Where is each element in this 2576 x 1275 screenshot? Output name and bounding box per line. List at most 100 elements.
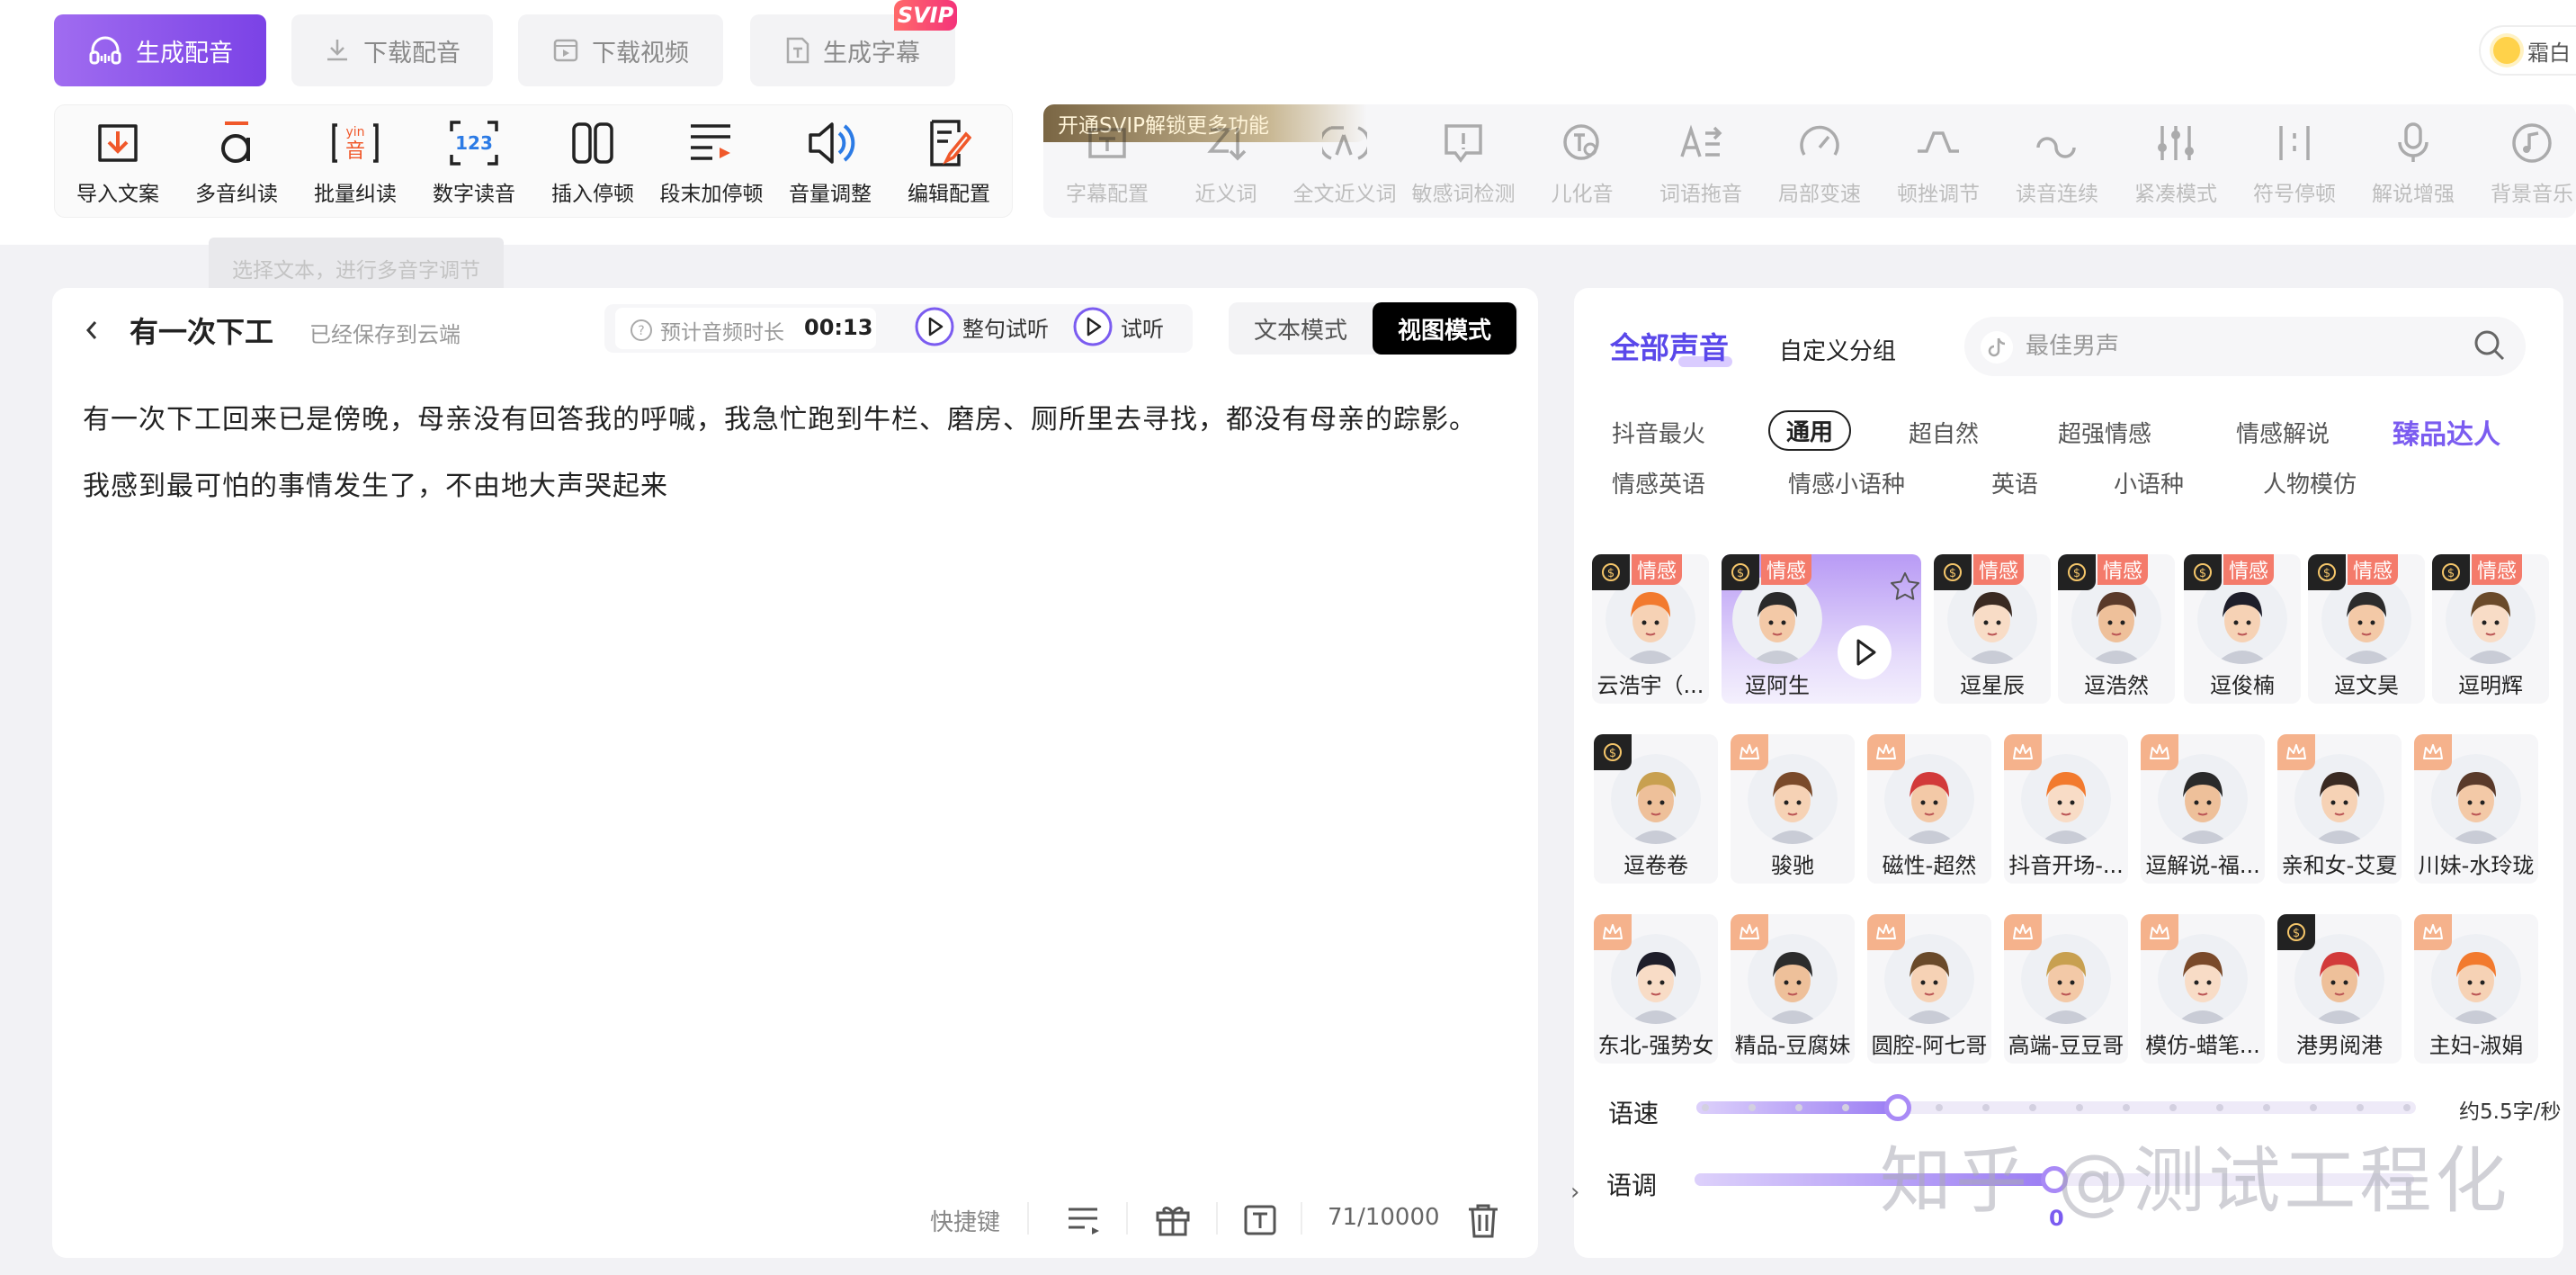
crown-badge-icon (2414, 914, 2452, 950)
speed-tick (1982, 1104, 1990, 1111)
category-5[interactable]: 臻品达人 (2393, 412, 2500, 452)
category-row2-4[interactable]: 人物模仿 (2263, 466, 2357, 499)
synonym-label: 近义词 (1194, 183, 1257, 206)
category-0[interactable]: 抖音最火 (1612, 416, 1705, 449)
document-title[interactable]: 有一次下工 (130, 310, 273, 351)
speed-label: 语速 (1608, 1099, 1659, 1128)
speed-tick (2123, 1104, 2130, 1111)
text-mode-tab[interactable]: 文本模式 (1229, 302, 1373, 355)
music-icon (2509, 117, 2554, 169)
editor-content[interactable]: 有一次下工回来已是傍晚，母亲没有回答我的呼喊，我急忙跑到牛栏、磨房、厕所里去寻找… (83, 387, 1504, 520)
compact-mode-tool[interactable]: 紧凑模式 (2117, 117, 2234, 207)
voice-name: 高端-豆豆哥 (2008, 1033, 2124, 1058)
coin-badge-icon: $ (2308, 554, 2346, 590)
category-row2-2[interactable]: 英语 (1991, 466, 2038, 499)
view-mode-tab[interactable]: 视图模式 (1373, 302, 1516, 355)
category-row2-1[interactable]: 情感小语种 (1788, 466, 1905, 499)
download-icon (324, 37, 351, 64)
listen-button[interactable]: 试听 (1072, 306, 1164, 347)
import-text-tool[interactable]: 导入文案 (59, 117, 176, 207)
edit-config-icon (926, 117, 971, 169)
voice-search-input[interactable] (2026, 317, 2457, 376)
number-reading-tool[interactable]: 123 数字读音 (416, 117, 532, 207)
help-icon[interactable]: ? (630, 319, 653, 342)
category-3[interactable]: 超强情感 (2058, 416, 2151, 449)
crown-badge-icon (2004, 914, 2042, 950)
svip-badge: SVIP (894, 0, 957, 31)
volume-tool[interactable]: 音量调整 (772, 117, 889, 207)
crown-badge-icon (2004, 734, 2042, 770)
trash-icon[interactable] (1466, 1202, 1500, 1238)
word-drag-label: 词语拖音 (1659, 183, 1742, 206)
svg-text:yin: yin (345, 125, 364, 139)
erhua-label: 儿化音 (1551, 183, 1614, 206)
polyphone-tool[interactable]: 多音纠读 (178, 117, 295, 207)
narration-boost-tool[interactable]: 解说增强 (2355, 117, 2472, 207)
voice-name: 逗浩然 (2084, 673, 2149, 698)
category-1[interactable]: 通用 (1768, 410, 1852, 451)
subtitle-config-label: 字幕配置 (1066, 183, 1149, 206)
insert-pause-tool[interactable]: 插入停顿 (534, 117, 651, 207)
full-synonym-tool[interactable]: 全文近义词 (1286, 117, 1403, 207)
duration-value: 00:13 (804, 315, 873, 340)
text-box-icon[interactable] (1243, 1204, 1277, 1236)
tab-custom-group[interactable]: 自定义分组 (1779, 333, 1896, 366)
play-voice-icon[interactable] (1835, 623, 1894, 682)
svg-text:$: $ (1949, 567, 1956, 580)
svg-text:123: 123 (455, 132, 493, 154)
background-music-tool[interactable]: 背景音乐 (2473, 117, 2576, 207)
shortcut-button[interactable]: 快捷键 (930, 1204, 1000, 1237)
symbol-pause-tool[interactable]: 符号停顿 (2236, 117, 2353, 207)
synonym-tool[interactable]: 近义词 (1167, 117, 1284, 207)
speed-knob[interactable] (1884, 1094, 1911, 1121)
category-row2-3[interactable]: 小语种 (2114, 466, 2184, 499)
category-row2-0[interactable]: 情感英语 (1612, 466, 1705, 499)
voice-name: 东北-强势女 (1597, 1033, 1714, 1058)
erhua-tool[interactable]: 儿化音 (1524, 117, 1641, 207)
continuous-reading-tool[interactable]: 读音连续 (1999, 117, 2115, 207)
emotion-tag: 情感 (2348, 554, 2398, 585)
speed-tick (2076, 1104, 2083, 1111)
batch-correct-tool[interactable]: yin 音 批量纠读 (297, 117, 414, 207)
list-icon[interactable] (1067, 1204, 1103, 1236)
search-icon[interactable] (2472, 328, 2508, 364)
word-drag-tool[interactable]: 词语拖音 (1642, 117, 1759, 207)
edit-config-tool[interactable]: 编辑配置 (890, 117, 1007, 207)
divider (1216, 1202, 1218, 1235)
local-speed-tool[interactable]: 局部变速 (1761, 117, 1878, 207)
volume-icon (805, 117, 855, 169)
download-video-button[interactable]: 下载视频 (518, 14, 723, 86)
tab-all-voices[interactable]: 全部声音 (1610, 324, 1729, 367)
cadence-tool[interactable]: 顿挫调节 (1880, 117, 1997, 207)
background-music-label: 背景音乐 (2491, 183, 2573, 206)
crown-badge-icon (2414, 734, 2452, 770)
synonym-icon (1203, 117, 1248, 169)
paragraph-pause-tool[interactable]: 段末加停顿 (653, 117, 770, 207)
gift-icon[interactable] (1155, 1202, 1191, 1236)
collapse-chevron-icon[interactable]: › (1570, 1179, 1579, 1206)
emotion-tag: 情感 (2223, 554, 2274, 585)
emotion-tag: 情感 (1761, 554, 1811, 585)
coin-badge-icon: $ (1934, 554, 1972, 590)
sentence-listen-button[interactable]: 整句试听 (914, 306, 1049, 347)
sensitive-word-tool[interactable]: 敏感词检测 (1405, 117, 1522, 207)
voice-name: 逗明辉 (2458, 673, 2523, 698)
subtitle-config-tool[interactable]: 字幕配置 (1049, 117, 1166, 207)
favorite-star-icon[interactable] (1889, 570, 1921, 603)
number-icon: 123 (448, 117, 500, 169)
speed-tick (2029, 1104, 2036, 1111)
voice-name: 逗卷卷 (1623, 853, 1688, 878)
crown-badge-icon (2277, 734, 2315, 770)
coin-badge-icon: $ (1592, 554, 1630, 590)
generate-audio-button[interactable]: 生成配音 (54, 14, 266, 86)
voice-name: 圆腔-阿七哥 (1871, 1033, 1988, 1058)
user-menu[interactable]: 霜白 (2479, 25, 2576, 76)
back-arrow-icon[interactable] (83, 317, 101, 344)
category-4[interactable]: 情感解说 (2236, 416, 2330, 449)
compact-mode-label: 紧凑模式 (2134, 183, 2217, 206)
crown-badge-icon (1731, 734, 1768, 770)
svg-text:$: $ (1737, 567, 1744, 580)
emotion-tag: 情感 (1632, 554, 1682, 585)
download-audio-button[interactable]: 下载配音 (291, 14, 493, 86)
category-2[interactable]: 超自然 (1909, 416, 1979, 449)
